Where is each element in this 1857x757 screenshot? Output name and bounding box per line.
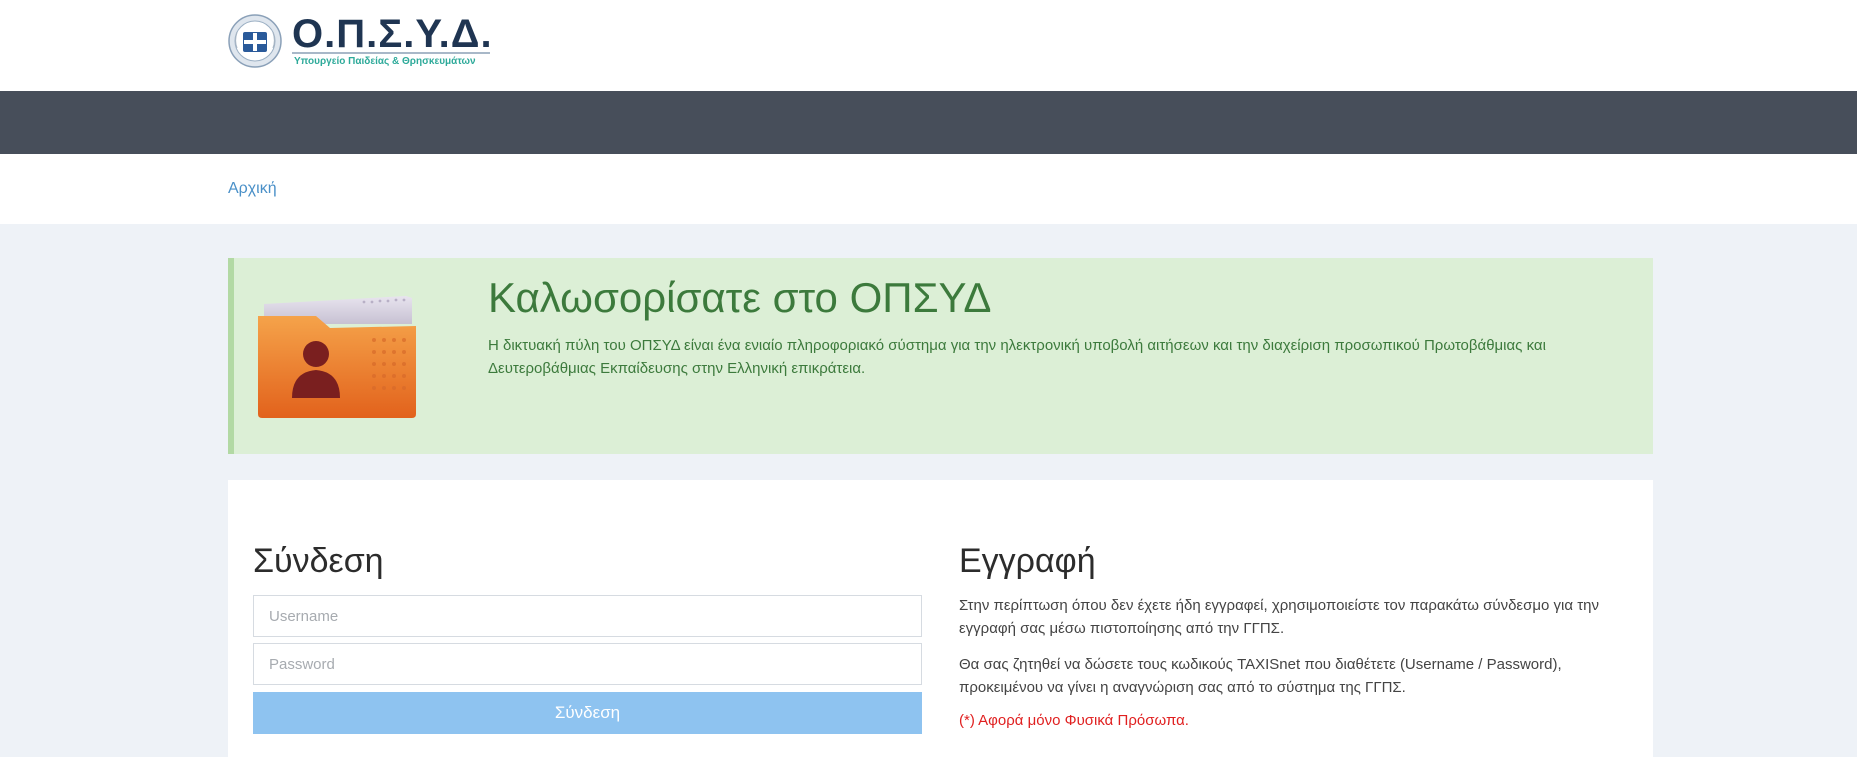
login-title: Σύνδεση (253, 542, 384, 580)
register-paragraph-2: Θα σας ζητηθεί να δώσετε τους κωδικούς T… (959, 656, 1562, 696)
register-paragraph-1: Στην περίπτωση όπου δεν έχετε ήδη εγγραφ… (959, 597, 1599, 637)
logo-subtitle: Υπουργείο Παιδείας & Θρησκευμάτων (294, 56, 476, 67)
auth-panel: Σύνδεση Σύνδεση Εγγραφή Στην περίπτωση ό… (228, 480, 1653, 757)
register-title: Εγγραφή (959, 542, 1096, 580)
welcome-title: Καλωσορίσατε στο ΟΠΣΥΔ (488, 274, 992, 321)
top-header: Ο.Π.Σ.Υ.Δ. Υπουργείο Παιδείας & Θρησκευμ… (0, 0, 1857, 91)
login-button[interactable]: Σύνδεση (253, 692, 922, 734)
breadcrumb: Αρχική (0, 154, 1857, 224)
password-input[interactable] (253, 643, 922, 685)
welcome-banner: Καλωσορίσατε στο ΟΠΣΥΔ Η δικτυακή πύλη τ… (228, 258, 1653, 454)
username-input[interactable] (253, 595, 922, 637)
logo-divider (292, 52, 490, 54)
breadcrumb-home-link[interactable]: Αρχική (228, 180, 277, 198)
register-note: (*) Αφορά μόνο Φυσικά Πρόσωπα. (959, 712, 1189, 729)
welcome-description: Η δικτυακή πύλη του ΟΠΣΥΔ είναι ένα ενια… (488, 337, 1546, 377)
logo-name: Ο.Π.Σ.Υ.Δ. (292, 12, 493, 56)
logo[interactable]: Ο.Π.Σ.Υ.Δ. Υπουργείο Παιδείας & Θρησκευμ… (228, 12, 493, 72)
greek-seal-icon (228, 14, 282, 68)
user-folder-icon (258, 296, 416, 418)
main-navbar (0, 91, 1857, 154)
